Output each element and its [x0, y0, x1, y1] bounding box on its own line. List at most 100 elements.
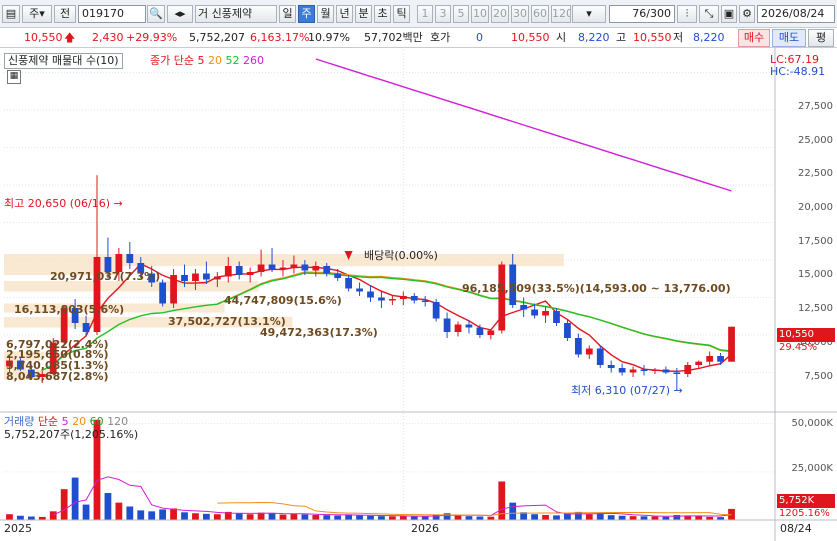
y-tick: 17,500 [798, 236, 833, 247]
volume-bar [476, 516, 484, 520]
interval-button[interactable]: 20 [491, 5, 509, 23]
volume-bar [82, 504, 90, 520]
candle-body [465, 324, 473, 328]
candle-body [192, 273, 199, 281]
volume-bar [585, 514, 593, 520]
volume-bar [148, 511, 156, 520]
period-tab[interactable]: 일 [279, 5, 296, 23]
candle-body [181, 275, 188, 281]
candle-body [432, 302, 440, 319]
volume-legend: 거래량 단순 5 20 60 120 [4, 415, 128, 429]
y-tick: 7,500 [804, 371, 833, 382]
candle-body [410, 296, 418, 301]
candle-body [531, 309, 538, 316]
candle-body [268, 264, 276, 269]
candle-body [662, 369, 670, 373]
stock-prefix: 거 [198, 7, 209, 20]
period-tab[interactable]: 틱 [393, 5, 410, 23]
interval-button[interactable]: 120 [551, 5, 571, 23]
volume-bar [334, 515, 342, 520]
high-annotation: 최고 20,650 (06/16) → [4, 197, 123, 210]
open-price: 8,220 [578, 31, 610, 44]
x-label-2026: 2026 [411, 522, 439, 535]
period-tab[interactable]: 월 [317, 5, 334, 23]
ma52-legend: 52 [225, 54, 240, 67]
interval-dropdown[interactable]: ▾ [572, 5, 606, 23]
candle-body [498, 264, 506, 331]
volume-bar [421, 516, 429, 520]
interval-button[interactable]: 30 [511, 5, 529, 23]
candle-body [476, 327, 484, 335]
profile-label: 49,472,363(17.3%) [260, 326, 378, 339]
volume-bar [104, 493, 112, 520]
interval-button[interactable]: 5 [453, 5, 469, 23]
candle-body [542, 311, 549, 316]
stock-code-input[interactable]: 019170 [78, 5, 146, 23]
stock-name-field[interactable]: 거 신풍제약 [195, 5, 277, 23]
volume-bar [60, 489, 68, 520]
count-input[interactable]: 76/300 [609, 5, 675, 23]
save-icon[interactable]: ▣ [721, 5, 737, 23]
table-icon[interactable]: ▦ [7, 70, 21, 84]
chart-menu-icon[interactable]: ▤ [2, 5, 20, 23]
volume-bar [312, 514, 320, 520]
volume-bar [159, 509, 167, 520]
high-label: 고 [616, 31, 627, 44]
ma-legend-label: 종가 단순 [150, 54, 194, 67]
candle-body [213, 276, 221, 280]
price-legend-box[interactable]: 신풍제약 매물대 수(10) [4, 53, 123, 69]
prev-button[interactable]: 전 [54, 5, 76, 23]
sell-button[interactable]: 매도 [772, 29, 806, 47]
candle-body [618, 368, 626, 373]
stock-name: 신풍제약 [211, 7, 253, 20]
vol-ma5-legend: 5 [61, 415, 69, 428]
volume-value: 5,752,207 [189, 31, 245, 44]
toolbar: ▤ 주▾ 전 019170 🔍 ◂▸ 거 신풍제약 ▾ 76/300 ⫶ ⤡ ▣… [0, 0, 837, 28]
volume-bar [192, 513, 199, 520]
search-icon[interactable]: 🔍 [147, 5, 165, 23]
turnover-rate: 10.97% [308, 31, 350, 44]
interval-button[interactable]: 1 [417, 5, 433, 23]
speaker-icon[interactable]: ◂▸ [167, 5, 193, 23]
candle-type-icon[interactable]: ⫶ [677, 5, 697, 23]
count-value: 76 [632, 7, 647, 20]
volume-bar [323, 515, 331, 520]
up-arrow-icon: 🡅 [64, 31, 76, 44]
volume-bar [378, 516, 385, 520]
candle-body [651, 369, 659, 371]
gear-icon[interactable]: ⚙ [739, 5, 755, 23]
market-type-select[interactable]: 주▾ [22, 5, 52, 23]
volume-bar [629, 516, 637, 520]
candle-body [684, 365, 692, 374]
volume-bar [410, 516, 418, 520]
vol-ma20-legend: 20 [72, 415, 87, 428]
candle-body [312, 266, 320, 271]
draw-tool-icon[interactable]: ⤡ [699, 5, 719, 23]
candle-body [159, 282, 167, 304]
high-annotation-text: 최고 20,650 (06/16) [4, 197, 111, 210]
buy-button[interactable]: 매수 [738, 29, 770, 47]
candle-body [235, 266, 243, 275]
period-tab[interactable]: 주 [298, 5, 315, 23]
volume-bar [27, 516, 35, 520]
candle-body [388, 299, 396, 301]
period-tab[interactable]: 초 [374, 5, 391, 23]
date-input[interactable]: 2026/08/24 [757, 5, 835, 23]
candle-body [487, 330, 495, 335]
volume-bar [465, 516, 473, 520]
x-label-2025: 2025 [4, 522, 32, 535]
candle-body [564, 323, 571, 338]
interval-button[interactable]: 60 [531, 5, 549, 23]
dividend-annotation: 배당락(0.00%) [364, 249, 438, 262]
eval-button[interactable]: 평 [808, 29, 834, 47]
volume-bar [115, 502, 123, 520]
interval-button[interactable]: 10 [471, 5, 489, 23]
volume-bar [542, 514, 549, 520]
period-tab[interactable]: 년 [336, 5, 353, 23]
volume-bar [203, 513, 210, 520]
current-volume-tag: 5,752K [777, 494, 835, 508]
period-tab[interactable]: 분 [355, 5, 372, 23]
ask-price: 10,550 [511, 31, 550, 44]
y-tick: 12,500 [798, 303, 833, 314]
interval-button[interactable]: 3 [435, 5, 451, 23]
